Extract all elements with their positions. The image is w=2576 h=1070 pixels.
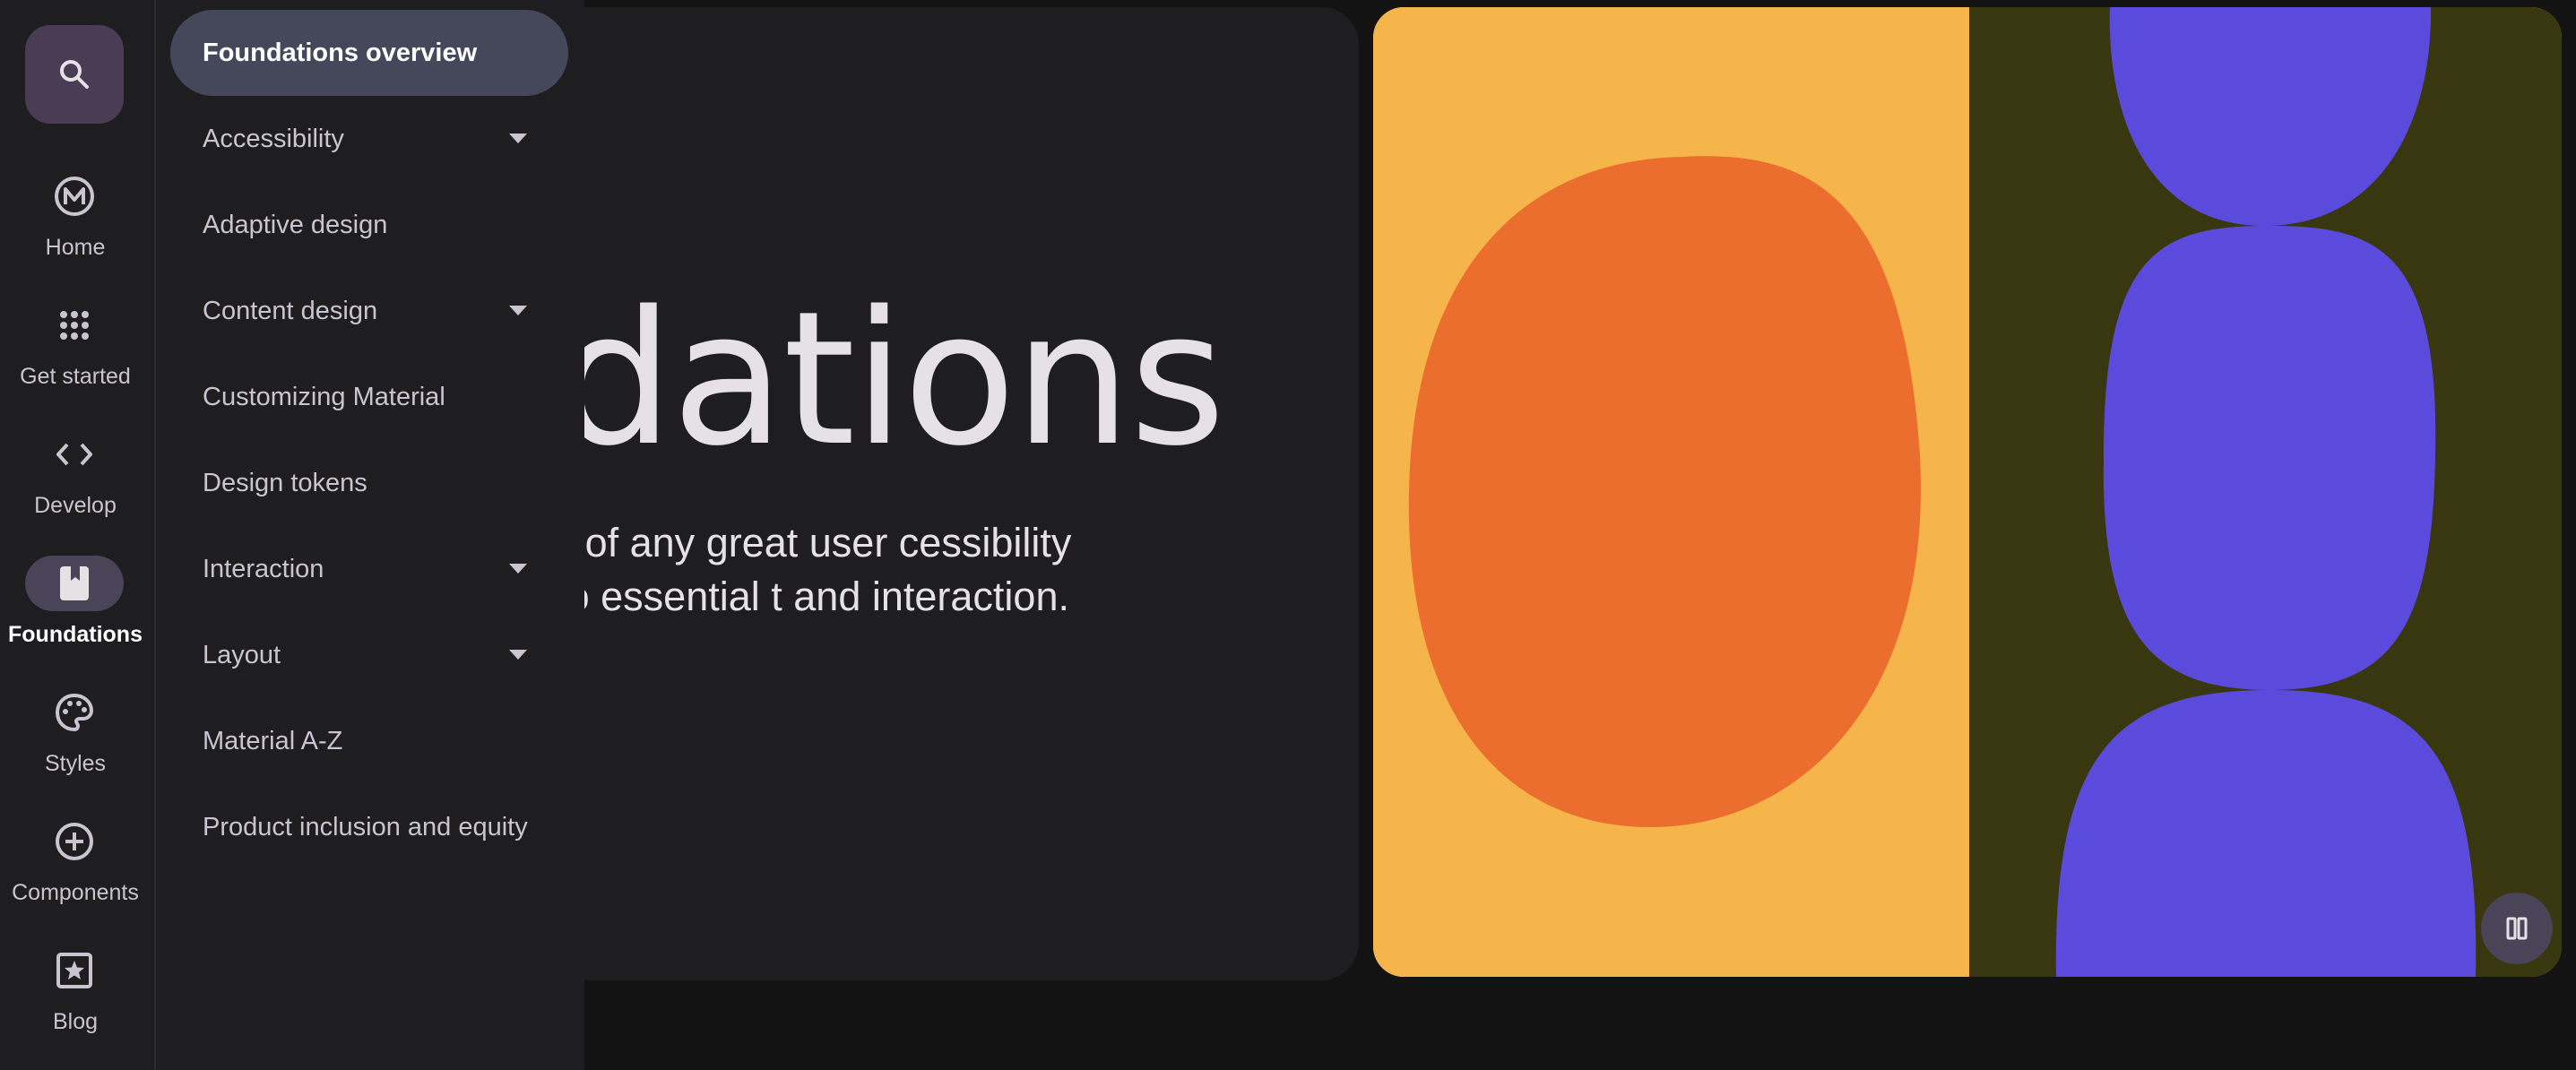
rail-label-blog: Blog bbox=[52, 1009, 99, 1034]
expand-arrow-icon[interactable] bbox=[509, 564, 527, 574]
hero-card: ndations m the basis of any great user c… bbox=[538, 7, 1359, 980]
bookmark-book-icon bbox=[60, 566, 89, 600]
drawer-item-design-tokens[interactable]: Design tokens bbox=[170, 440, 568, 526]
drawer-item-label: Accessibility bbox=[203, 125, 344, 153]
rail-item-get-started[interactable]: Get started bbox=[0, 298, 154, 410]
rail-item-foundations[interactable]: Foundations bbox=[0, 556, 154, 669]
rail-label-develop: Develop bbox=[34, 493, 117, 518]
rail-item-blog[interactable]: Blog bbox=[0, 943, 154, 1056]
search-icon bbox=[60, 60, 89, 89]
rail-label-foundations: Foundations bbox=[8, 622, 143, 647]
hero-description: m the basis of any great user cessibilit… bbox=[538, 520, 1072, 619]
drawer-item-interaction[interactable]: Interaction bbox=[170, 526, 568, 612]
rail-item-develop[interactable]: Develop bbox=[0, 427, 154, 539]
drawer-item-customizing-material[interactable]: Customizing Material bbox=[170, 354, 568, 440]
abstract-shapes-illustration bbox=[1373, 7, 2562, 977]
rail-label-styles: Styles bbox=[44, 751, 107, 776]
rail-label-home: Home bbox=[45, 235, 106, 260]
hero-title: ndations bbox=[538, 272, 1225, 487]
navigation-rail: Home Get started Develop Foundations Sty… bbox=[0, 0, 156, 1070]
drawer-item-accessibility[interactable]: Accessibility bbox=[170, 96, 568, 182]
drawer-item-label: Adaptive design bbox=[203, 211, 388, 239]
drawer-item-content-design[interactable]: Content design bbox=[170, 268, 568, 354]
expand-arrow-icon[interactable] bbox=[509, 650, 527, 660]
hero-artwork bbox=[1373, 7, 2562, 977]
add-circle-icon bbox=[56, 823, 93, 860]
drawer-item-label: Product inclusion and equity bbox=[203, 813, 528, 841]
apps-grid-icon bbox=[60, 311, 89, 340]
pause-icon bbox=[2506, 917, 2528, 940]
palette-icon bbox=[55, 693, 94, 732]
drawer-item-label: Layout bbox=[203, 641, 281, 669]
drawer-item-label: Content design bbox=[203, 297, 378, 325]
drawer-item-label: Interaction bbox=[203, 555, 324, 583]
drawer-item-material-a-z[interactable]: Material A-Z bbox=[170, 698, 568, 784]
drawer-item-label: Customizing Material bbox=[203, 383, 445, 411]
rail-label-get-started: Get started bbox=[20, 364, 131, 389]
drawer-item-product-inclusion[interactable]: Product inclusion and equity bbox=[170, 784, 568, 870]
star-box-icon bbox=[56, 953, 92, 988]
rail-item-home[interactable]: Home bbox=[0, 168, 154, 281]
material-logo-icon bbox=[55, 177, 94, 216]
expand-arrow-icon[interactable] bbox=[509, 134, 527, 143]
search-button[interactable] bbox=[25, 25, 124, 124]
drawer-item-label: Material A-Z bbox=[203, 727, 343, 755]
drawer-item-adaptive-design[interactable]: Adaptive design bbox=[170, 182, 568, 268]
rail-label-components: Components bbox=[12, 880, 139, 905]
pause-animation-button[interactable] bbox=[2481, 893, 2553, 964]
drawer-item-foundations-overview[interactable]: Foundations overview bbox=[170, 10, 568, 96]
rail-item-styles[interactable]: Styles bbox=[0, 685, 154, 798]
rail-item-components[interactable]: Components bbox=[0, 814, 154, 927]
code-icon bbox=[56, 443, 92, 466]
drawer-item-layout[interactable]: Layout bbox=[170, 612, 568, 698]
drawer-item-label: Design tokens bbox=[203, 469, 367, 497]
expand-arrow-icon[interactable] bbox=[509, 306, 527, 315]
navigation-drawer: Foundations overview Accessibility Adapt… bbox=[156, 0, 584, 1070]
drawer-item-label: Foundations overview bbox=[203, 39, 478, 67]
